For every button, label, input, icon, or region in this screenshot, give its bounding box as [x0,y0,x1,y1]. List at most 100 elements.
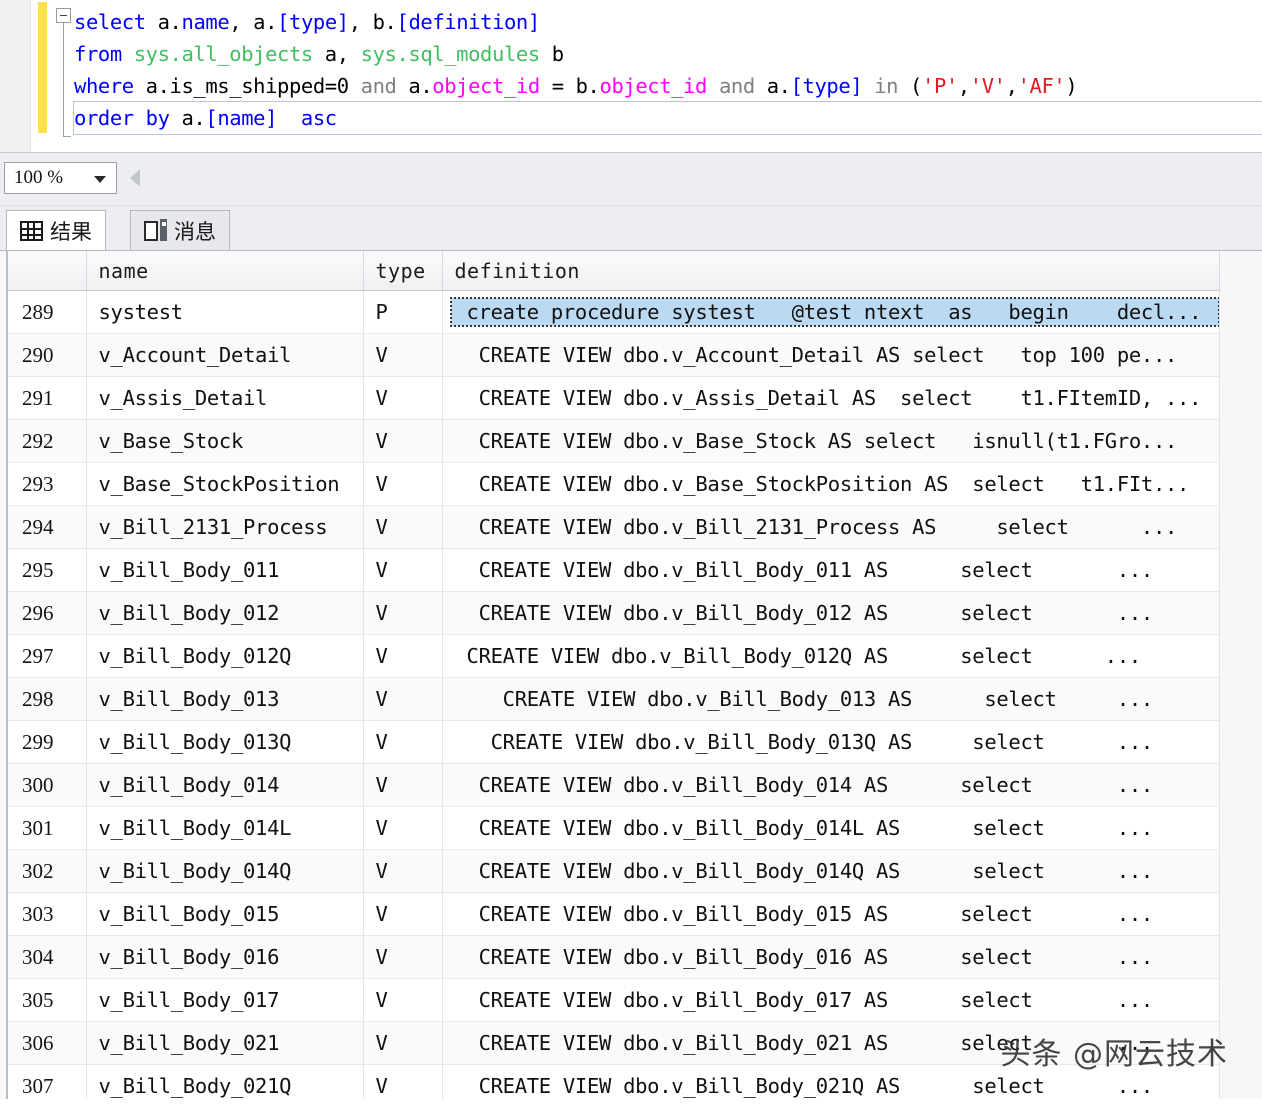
row-number-cell[interactable]: 305 [8,979,86,1022]
row-number-cell[interactable]: 295 [8,549,86,592]
row-number-cell[interactable]: 304 [8,936,86,979]
cell-definition[interactable]: CREATE VIEW dbo.v_Bill_Body_012Q AS sele… [442,635,1219,678]
chevron-down-icon[interactable] [94,176,106,183]
cell-definition[interactable]: CREATE VIEW dbo.v_Bill_Body_014Q AS sele… [442,850,1219,893]
cell-definition[interactable]: create procedure systest @test ntext as … [442,291,1219,334]
triangle-left-icon[interactable] [130,169,140,187]
table-row[interactable]: 298v_Bill_Body_013V CREATE VIEW dbo.v_Bi… [8,678,1219,721]
cell-name[interactable]: systest [86,291,363,334]
column-header-rownum[interactable] [8,251,86,291]
table-row[interactable]: 292v_Base_StockV CREATE VIEW dbo.v_Base_… [8,420,1219,463]
cell-type[interactable]: V [363,721,442,764]
row-number-cell[interactable]: 298 [8,678,86,721]
table-row[interactable]: 297v_Bill_Body_012QV CREATE VIEW dbo.v_B… [8,635,1219,678]
cell-name[interactable]: v_Bill_Body_013 [86,678,363,721]
code-line-1[interactable]: select a.name, a.[type], b.[definition] [74,6,1262,38]
table-row[interactable]: 300v_Bill_Body_014V CREATE VIEW dbo.v_Bi… [8,764,1219,807]
row-number-cell[interactable]: 297 [8,635,86,678]
cell-type[interactable]: V [363,979,442,1022]
sql-editor-pane[interactable]: select a.name, a.[type], b.[definition]f… [0,0,1262,153]
cell-definition[interactable]: CREATE VIEW dbo.v_Bill_Body_014 AS selec… [442,764,1219,807]
cell-type[interactable]: V [363,807,442,850]
cell-type[interactable]: V [363,1022,442,1065]
cell-name[interactable]: v_Bill_Body_015 [86,893,363,936]
row-number-cell[interactable]: 299 [8,721,86,764]
cell-type[interactable]: V [363,377,442,420]
cell-type[interactable]: V [363,334,442,377]
row-number-cell[interactable]: 291 [8,377,86,420]
tab-results[interactable]: 结果 [6,210,106,250]
row-number-cell[interactable]: 293 [8,463,86,506]
cell-type[interactable]: P [363,291,442,334]
cell-definition[interactable]: CREATE VIEW dbo.v_Base_StockPosition AS … [442,463,1219,506]
cell-name[interactable]: v_Bill_2131_Process [86,506,363,549]
cell-name[interactable]: v_Base_Stock [86,420,363,463]
table-row[interactable]: 307v_Bill_Body_021QV CREATE VIEW dbo.v_B… [8,1065,1219,1100]
cell-definition[interactable]: CREATE VIEW dbo.v_Bill_Body_016 AS selec… [442,936,1219,979]
cell-definition[interactable]: CREATE VIEW dbo.v_Bill_Body_013Q AS sele… [442,721,1219,764]
collapse-minus-icon[interactable] [56,8,71,23]
table-row[interactable]: 304v_Bill_Body_016V CREATE VIEW dbo.v_Bi… [8,936,1219,979]
cell-name[interactable]: v_Bill_Body_013Q [86,721,363,764]
cell-name[interactable]: v_Bill_Body_021 [86,1022,363,1065]
results-grid-container[interactable]: name type definition 289systestP create … [0,251,1262,1099]
cell-type[interactable]: V [363,463,442,506]
cell-definition[interactable]: CREATE VIEW dbo.v_Bill_Body_012 AS selec… [442,592,1219,635]
cell-definition[interactable]: CREATE VIEW dbo.v_Base_Stock AS select i… [442,420,1219,463]
code-line-2[interactable]: from sys.all_objects a, sys.sql_modules … [74,38,1262,70]
cell-name[interactable]: v_Bill_Body_014L [86,807,363,850]
cell-name[interactable]: v_Bill_Body_012 [86,592,363,635]
cell-type[interactable]: V [363,1065,442,1100]
cell-definition[interactable]: CREATE VIEW dbo.v_Bill_Body_021 AS selec… [442,1022,1219,1065]
cell-type[interactable]: V [363,420,442,463]
table-row[interactable]: 290v_Account_DetailV CREATE VIEW dbo.v_A… [8,334,1219,377]
cell-name[interactable]: v_Bill_Body_016 [86,936,363,979]
row-number-cell[interactable]: 290 [8,334,86,377]
results-grid[interactable]: name type definition 289systestP create … [8,251,1220,1099]
cell-name[interactable]: v_Account_Detail [86,334,363,377]
table-row[interactable]: 301v_Bill_Body_014LV CREATE VIEW dbo.v_B… [8,807,1219,850]
cell-type[interactable]: V [363,592,442,635]
table-row[interactable]: 299v_Bill_Body_013QV CREATE VIEW dbo.v_B… [8,721,1219,764]
cell-definition[interactable]: CREATE VIEW dbo.v_Bill_Body_014L AS sele… [442,807,1219,850]
table-row[interactable]: 296v_Bill_Body_012V CREATE VIEW dbo.v_Bi… [8,592,1219,635]
cell-name[interactable]: v_Bill_Body_012Q [86,635,363,678]
cell-type[interactable]: V [363,549,442,592]
grid-body[interactable]: 289systestP create procedure systest @te… [8,291,1219,1100]
code-line-4[interactable]: order by a.[name] asc [74,102,1262,134]
cell-definition[interactable]: CREATE VIEW dbo.v_Bill_Body_011 AS selec… [442,549,1219,592]
row-number-cell[interactable]: 303 [8,893,86,936]
code-line-3[interactable]: where a.is_ms_shipped=0 and a.object_id … [74,70,1262,102]
row-number-cell[interactable]: 296 [8,592,86,635]
cell-definition[interactable]: CREATE VIEW dbo.v_Bill_Body_017 AS selec… [442,979,1219,1022]
row-number-cell[interactable]: 307 [8,1065,86,1100]
cell-type[interactable]: V [363,850,442,893]
editor-outlining-margin[interactable] [56,0,70,140]
table-row[interactable]: 293v_Base_StockPositionV CREATE VIEW dbo… [8,463,1219,506]
table-row[interactable]: 295v_Bill_Body_011V CREATE VIEW dbo.v_Bi… [8,549,1219,592]
table-row[interactable]: 291v_Assis_DetailV CREATE VIEW dbo.v_Ass… [8,377,1219,420]
row-number-cell[interactable]: 302 [8,850,86,893]
cell-name[interactable]: v_Bill_Body_017 [86,979,363,1022]
row-number-cell[interactable]: 294 [8,506,86,549]
tab-messages[interactable]: 消息 [130,210,230,250]
cell-definition[interactable]: CREATE VIEW dbo.v_Account_Detail AS sele… [442,334,1219,377]
table-row[interactable]: 305v_Bill_Body_017V CREATE VIEW dbo.v_Bi… [8,979,1219,1022]
cell-definition[interactable]: CREATE VIEW dbo.v_Assis_Detail AS select… [442,377,1219,420]
table-row[interactable]: 294v_Bill_2131_ProcessV CREATE VIEW dbo.… [8,506,1219,549]
cell-type[interactable]: V [363,506,442,549]
cell-name[interactable]: v_Assis_Detail [86,377,363,420]
cell-definition[interactable]: CREATE VIEW dbo.v_Bill_Body_013 AS selec… [442,678,1219,721]
row-number-cell[interactable]: 289 [8,291,86,334]
table-row[interactable]: 302v_Bill_Body_014QV CREATE VIEW dbo.v_B… [8,850,1219,893]
table-row[interactable]: 306v_Bill_Body_021V CREATE VIEW dbo.v_Bi… [8,1022,1219,1065]
table-row[interactable]: 303v_Bill_Body_015V CREATE VIEW dbo.v_Bi… [8,893,1219,936]
cell-definition[interactable]: CREATE VIEW dbo.v_Bill_Body_021Q AS sele… [442,1065,1219,1100]
column-header-name[interactable]: name [86,251,363,291]
cell-type[interactable]: V [363,635,442,678]
cell-type[interactable]: V [363,936,442,979]
column-header-definition[interactable]: definition [442,251,1219,291]
cell-type[interactable]: V [363,678,442,721]
cell-name[interactable]: v_Base_StockPosition [86,463,363,506]
cell-definition[interactable]: CREATE VIEW dbo.v_Bill_Body_015 AS selec… [442,893,1219,936]
